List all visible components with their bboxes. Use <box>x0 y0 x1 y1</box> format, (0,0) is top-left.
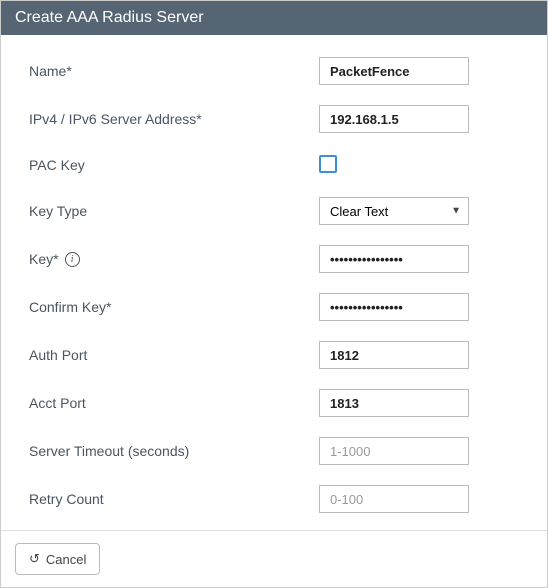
dialog-header: Create AAA Radius Server <box>1 1 547 35</box>
row-name: Name* <box>29 57 519 85</box>
retry-count-label: Retry Count <box>29 491 319 507</box>
row-key-type: Key Type Clear Text ▼ <box>29 197 519 225</box>
cancel-label: Cancel <box>46 552 86 567</box>
info-icon[interactable]: i <box>65 252 80 267</box>
dialog-footer: ↺ Cancel <box>1 530 547 587</box>
confirm-key-input[interactable] <box>319 293 469 321</box>
undo-icon: ↺ <box>29 551 40 567</box>
row-key: Key* i <box>29 245 519 273</box>
address-label: IPv4 / IPv6 Server Address* <box>29 111 319 127</box>
auth-port-input[interactable] <box>319 341 469 369</box>
create-radius-server-dialog: Create AAA Radius Server Name* IPv4 / IP… <box>0 0 548 588</box>
server-timeout-label: Server Timeout (seconds) <box>29 443 319 459</box>
row-auth-port: Auth Port <box>29 341 519 369</box>
acct-port-input[interactable] <box>319 389 469 417</box>
dialog-content: Name* IPv4 / IPv6 Server Address* PAC Ke… <box>1 35 547 530</box>
server-timeout-input[interactable] <box>319 437 469 465</box>
pac-key-label: PAC Key <box>29 157 319 173</box>
row-confirm-key: Confirm Key* <box>29 293 519 321</box>
name-label: Name* <box>29 63 319 79</box>
key-type-label: Key Type <box>29 203 319 219</box>
row-server-timeout: Server Timeout (seconds) <box>29 437 519 465</box>
address-input[interactable] <box>319 105 469 133</box>
pac-key-checkbox[interactable] <box>319 155 337 173</box>
row-acct-port: Acct Port <box>29 389 519 417</box>
row-pac-key: PAC Key <box>29 153 519 177</box>
row-address: IPv4 / IPv6 Server Address* <box>29 105 519 133</box>
cancel-button[interactable]: ↺ Cancel <box>15 543 100 575</box>
dialog-title: Create AAA Radius Server <box>15 9 204 26</box>
key-label: Key* <box>29 251 59 267</box>
confirm-key-label: Confirm Key* <box>29 299 319 315</box>
row-retry-count: Retry Count <box>29 485 519 513</box>
auth-port-label: Auth Port <box>29 347 319 363</box>
acct-port-label: Acct Port <box>29 395 319 411</box>
name-input[interactable] <box>319 57 469 85</box>
retry-count-input[interactable] <box>319 485 469 513</box>
key-type-select[interactable]: Clear Text <box>319 197 469 225</box>
key-input[interactable] <box>319 245 469 273</box>
